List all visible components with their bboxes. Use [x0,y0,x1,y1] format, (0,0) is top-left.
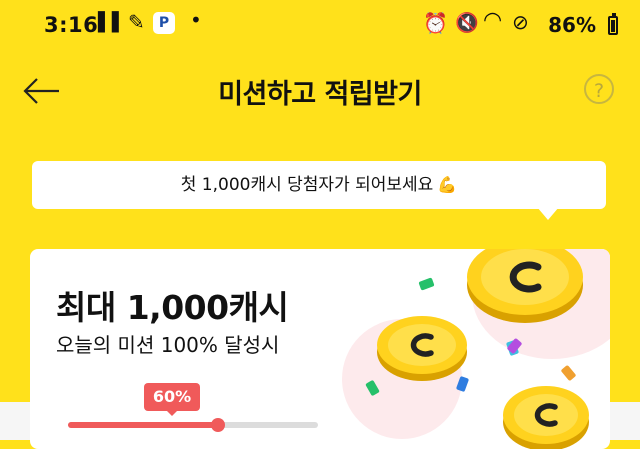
progress-bar-knob [211,418,225,432]
help-button[interactable]: ? [584,74,614,104]
banner-tail [537,207,559,220]
status-bar: 3:16 ▌▌ ✎ P • ⏰ 🔇 ◠ ⊘ 86% [0,0,640,52]
feather-notification-icon: ✎ [128,10,145,34]
reward-headline: 최대 1,000캐시 [56,288,289,327]
mute-icon: 🔇 [455,12,479,34]
coin-icon [467,249,583,323]
coin-icon [377,316,467,381]
confetti-decoration [418,277,435,291]
battery-percentage: 86% [548,13,596,37]
coin-icon [503,386,589,449]
mission-reward-card[interactable]: 최대 1,000캐시 오늘의 미션 100% 달성시 60% [30,249,610,449]
question-mark-icon: ? [593,80,605,102]
battery-icon [608,13,618,35]
wifi-icon: ◠ [483,8,503,33]
alarm-icon: ⏰ [423,11,448,35]
do-not-disturb-icon: ⊘ [512,10,529,34]
progress-bar [68,418,318,432]
reward-condition: 오늘의 미션 100% 달성시 [56,333,280,357]
promo-banner-text: 첫 1,000캐시 당첨자가 되어보세요 [180,175,434,195]
page-title: 미션하고 적립받기 [218,79,422,110]
promo-banner: 첫 1,000캐시 당첨자가 되어보세요 💪 [32,161,606,209]
p-app-notification-icon: P [153,12,175,34]
flexed-biceps-icon: 💪 [437,175,458,194]
more-notifications-dot-icon: • [190,8,202,32]
status-time: 3:16 [44,13,99,37]
app-notification-icon: ▌▌ [98,12,126,33]
progress-badge: 60% [144,383,200,416]
progress-bar-fill [68,422,218,428]
